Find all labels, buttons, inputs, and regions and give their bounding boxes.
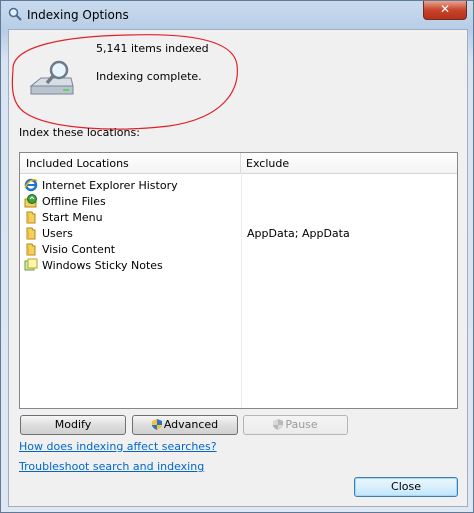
advanced-label: Advanced <box>163 418 219 431</box>
hard-drive-search-icon <box>29 60 74 95</box>
locations-list[interactable]: Included Locations Exclude Internet Expl… <box>19 152 458 409</box>
list-item[interactable]: Offline Files <box>24 193 449 209</box>
location-exclude: AppData; AppData <box>247 227 350 240</box>
internet-explorer-icon <box>24 178 38 192</box>
title-bar[interactable]: Indexing Options ✕ <box>1 1 473 29</box>
window-title: Indexing Options <box>27 8 129 22</box>
close-window-button[interactable]: ✕ <box>423 1 467 20</box>
advanced-button[interactable]: Advanced <box>132 415 238 435</box>
column-header-exclude[interactable]: Exclude <box>246 157 289 170</box>
list-item[interactable]: Start Menu <box>24 209 449 225</box>
list-item[interactable]: Users AppData; AppData <box>24 225 449 241</box>
locations-caption: Index these locations: <box>19 126 140 139</box>
location-name: Start Menu <box>42 211 103 224</box>
indexing-options-window: Indexing Options ✕ 5,141 items indexed I… <box>0 0 474 513</box>
red-circle-annotation <box>11 34 238 130</box>
folder-icon <box>26 211 36 224</box>
close-label: Close <box>391 480 421 493</box>
list-header: Included Locations Exclude <box>20 153 457 174</box>
offline-files-icon <box>24 194 37 208</box>
close-icon: ✕ <box>439 2 451 16</box>
location-name: Users <box>42 227 73 240</box>
close-button[interactable]: Close <box>354 477 458 497</box>
magnifier-icon <box>8 7 22 21</box>
pause-button[interactable]: Pause <box>243 415 348 435</box>
list-item[interactable]: Internet Explorer History <box>24 177 449 193</box>
list-item[interactable]: Visio Content <box>24 241 449 257</box>
troubleshoot-search-link[interactable]: Troubleshoot search and indexing <box>19 460 204 473</box>
items-indexed-count: 5,141 items indexed <box>96 42 209 55</box>
location-name: Visio Content <box>42 243 116 256</box>
how-indexing-affects-searches-link[interactable]: How does indexing affect searches? <box>19 440 217 453</box>
dialog-body: 5,141 items indexed Indexing complete. I… <box>8 29 468 507</box>
folder-icon <box>26 243 36 256</box>
location-name: Windows Sticky Notes <box>42 259 163 272</box>
pause-label: Pause <box>285 418 318 431</box>
column-header-included[interactable]: Included Locations <box>26 157 129 170</box>
location-name: Internet Explorer History <box>42 179 178 192</box>
indexing-status: Indexing complete. <box>96 70 202 83</box>
location-name: Offline Files <box>42 195 106 208</box>
sticky-notes-icon <box>24 258 38 271</box>
modify-label: Modify <box>54 418 92 431</box>
modify-button[interactable]: Modify <box>20 415 126 435</box>
uac-shield-icon <box>273 419 284 430</box>
folder-icon <box>26 227 36 240</box>
uac-shield-icon <box>151 419 162 430</box>
list-item[interactable]: Windows Sticky Notes <box>24 257 449 273</box>
column-divider[interactable] <box>240 153 241 173</box>
